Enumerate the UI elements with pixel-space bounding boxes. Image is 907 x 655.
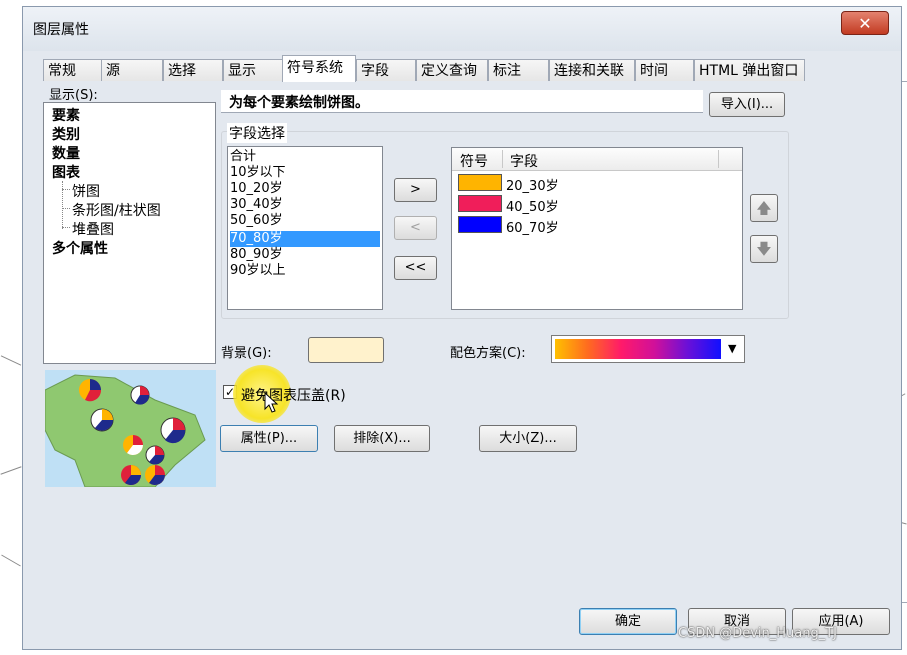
background-label: 背景(G):	[221, 346, 272, 361]
list-item[interactable]: 10岁以下	[230, 165, 380, 181]
import-button[interactable]: 导入(I)...	[709, 92, 785, 117]
tree-connector	[62, 208, 70, 209]
preview-thumbnail	[45, 370, 216, 487]
map-line	[0, 466, 22, 475]
symbol-column-header[interactable]: 符号	[460, 151, 488, 171]
symbol-swatch[interactable]	[458, 216, 502, 233]
field-name: 40_50岁	[506, 200, 559, 215]
color-ramp	[555, 339, 721, 359]
available-fields-list[interactable]: 合计 10岁以下 10_20岁 30_40岁 50_60岁 70_80岁 80_…	[227, 146, 383, 310]
tab-joins-relates[interactable]: 连接和关联	[549, 59, 635, 81]
tree-item-charts[interactable]: 图表	[52, 162, 80, 182]
title-bar[interactable]: 图层属性 ✕	[23, 7, 901, 51]
list-item[interactable]: 50_60岁	[230, 213, 380, 229]
tab-general[interactable]: 常规	[43, 59, 108, 81]
field-name: 60_70岁	[506, 221, 559, 236]
field-name: 20_30岁	[506, 179, 559, 194]
tree-item-features[interactable]: 要素	[52, 105, 80, 125]
window-title: 图层属性	[33, 22, 89, 38]
pie-symbol	[145, 445, 165, 465]
size-button[interactable]: 大小(Z)...	[479, 425, 577, 452]
prevent-overlap-label[interactable]: 避免图表压盖(R)	[241, 385, 346, 405]
description-box: 为每个要素绘制饼图。	[221, 90, 703, 113]
background-color-button[interactable]	[308, 337, 384, 363]
mouse-cursor-icon	[264, 391, 279, 413]
tree-item-quantities[interactable]: 数量	[52, 143, 80, 163]
layer-properties-dialog: 图层属性 ✕ 常规 源 选择 显示 符号系统 字段 定义查询 标注 连接和关联 …	[22, 6, 907, 650]
move-up-button[interactable]: 🡅	[750, 194, 778, 222]
properties-button[interactable]: 属性(P)...	[220, 425, 318, 452]
list-item-selected[interactable]: 70_80岁	[230, 231, 380, 247]
map-line	[0, 355, 22, 366]
tab-display[interactable]: 显示	[223, 59, 283, 81]
tab-definition-query[interactable]: 定义查询	[416, 59, 488, 81]
ok-button[interactable]: 确定	[579, 608, 677, 635]
table-header: 符号 字段	[452, 148, 742, 171]
list-item[interactable]: 80_90岁	[230, 247, 380, 263]
tab-time[interactable]: 时间	[635, 59, 694, 81]
tab-selection[interactable]: 选择	[163, 59, 223, 81]
list-item[interactable]: 合计	[230, 149, 380, 165]
close-button[interactable]: ✕	[841, 11, 889, 35]
tab-labels[interactable]: 标注	[488, 59, 549, 81]
watermark: CSDN @Devin_Huang_TJ	[678, 626, 837, 641]
tree-item-stacked[interactable]: 堆叠图	[72, 219, 114, 239]
field-column-header[interactable]: 字段	[510, 151, 538, 171]
table-row[interactable]: 20_30岁	[452, 173, 742, 194]
symbol-swatch[interactable]	[458, 195, 502, 212]
chosen-fields-table[interactable]: 符号 字段 20_30岁 40_50岁 60_70岁	[451, 147, 743, 310]
tab-html-popup[interactable]: HTML 弹出窗口	[694, 59, 805, 81]
exclude-button[interactable]: 排除(X)...	[334, 425, 430, 452]
move-down-button[interactable]: 🡇	[750, 235, 778, 263]
chevron-down-icon[interactable]: ▼	[728, 342, 736, 355]
show-label: 显示(S):	[49, 88, 98, 103]
list-item[interactable]: 10_20岁	[230, 181, 380, 197]
tree-item-pie[interactable]: 饼图	[72, 181, 100, 201]
tree-connector	[62, 227, 70, 228]
symbol-swatch[interactable]	[458, 174, 502, 191]
pie-symbol	[130, 385, 150, 405]
tree-item-multiple-attributes[interactable]: 多个属性	[52, 238, 108, 258]
add-field-button[interactable]: >	[394, 178, 437, 202]
tree-item-categories[interactable]: 类别	[52, 124, 80, 144]
list-item[interactable]: 30_40岁	[230, 197, 380, 213]
field-selection-legend: 字段选择	[227, 123, 287, 143]
show-tree: 要素 类别 数量 图表 饼图 条形图/柱状图 堆叠图 多个属性	[43, 102, 216, 364]
pie-symbol	[145, 465, 165, 485]
pie-symbol	[121, 465, 141, 485]
column-divider	[502, 150, 503, 168]
table-row[interactable]: 40_50岁	[452, 194, 742, 215]
remove-all-fields-button[interactable]: <<	[394, 256, 437, 280]
table-row[interactable]: 60_70岁	[452, 215, 742, 236]
description-text: 为每个要素绘制饼图。	[229, 95, 369, 111]
pie-symbol	[90, 408, 114, 432]
tab-fields[interactable]: 字段	[356, 59, 416, 81]
tree-item-bar-column[interactable]: 条形图/柱状图	[72, 200, 161, 220]
color-scheme-dropdown[interactable]: ▼	[551, 335, 745, 363]
tree-connector	[62, 189, 70, 190]
tab-symbology[interactable]: 符号系统	[282, 55, 356, 82]
color-scheme-label: 配色方案(C):	[450, 346, 526, 361]
map-line	[1, 554, 21, 567]
column-divider	[718, 150, 719, 168]
list-item[interactable]: 90岁以上	[230, 263, 380, 279]
tab-source[interactable]: 源	[101, 59, 163, 81]
remove-field-button[interactable]: <	[394, 216, 437, 240]
pie-symbol	[123, 435, 143, 455]
